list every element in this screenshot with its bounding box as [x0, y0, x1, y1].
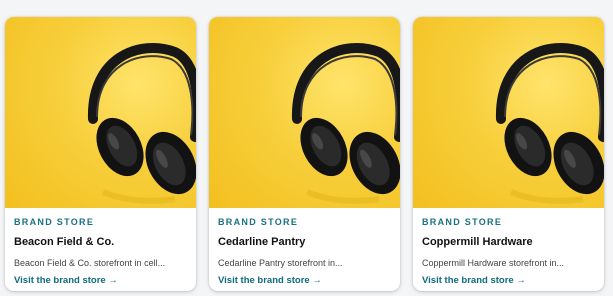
card-description: Coppermill Hardware storefront in... [422, 258, 565, 268]
visit-brand-store-link[interactable]: Visit the brand store → [422, 275, 596, 287]
headphones-image[interactable] [209, 17, 400, 208]
headphones-image[interactable] [413, 17, 604, 208]
headphones-icon [87, 43, 196, 204]
card-title: Beacon Field & Co. [14, 236, 115, 248]
card-title: Cedarline Pantry [218, 236, 306, 248]
card-description: Beacon Field & Co. storefront in cell... [14, 258, 166, 268]
brand-store-card[interactable]: BRAND STORE Beacon Field & Co. Beacon Fi… [5, 17, 196, 291]
card-title: Coppermill Hardware [422, 236, 533, 248]
brand-store-card-row: BRAND STORE Beacon Field & Co. Beacon Fi… [0, 0, 613, 296]
visit-brand-store-link[interactable]: Visit the brand store → [14, 275, 188, 287]
card-eyebrow: BRAND STORE [422, 217, 503, 227]
visit-brand-store-link[interactable]: Visit the brand store → [218, 275, 392, 287]
brand-store-card[interactable]: BRAND STORE Cedarline Pantry Cedarline P… [209, 17, 400, 291]
card-eyebrow: BRAND STORE [14, 217, 95, 227]
card-eyebrow: BRAND STORE [218, 217, 299, 227]
brand-store-card[interactable]: BRAND STORE Coppermill Hardware Coppermi… [413, 17, 604, 291]
headphones-icon [495, 43, 604, 204]
card-description: Cedarline Pantry storefront in... [218, 258, 343, 268]
headphones-icon [291, 43, 400, 204]
headphones-image[interactable] [5, 17, 196, 208]
